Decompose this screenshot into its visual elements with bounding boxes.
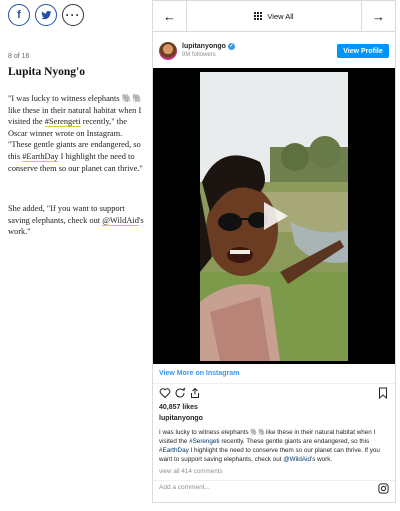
follower-count: 9M followers xyxy=(182,52,216,58)
view-all-label: View All xyxy=(267,11,294,21)
comment-icon[interactable] xyxy=(174,387,186,399)
facebook-icon[interactable]: f xyxy=(8,4,30,26)
username-text: lupitanyongo xyxy=(182,43,226,50)
username[interactable]: lupitanyongo ✓ xyxy=(182,43,235,50)
divider xyxy=(153,480,395,481)
view-profile-button[interactable]: View Profile xyxy=(337,44,389,58)
view-all-button[interactable]: View All xyxy=(187,1,361,31)
caption-text: I highlight the need to conserve them so… xyxy=(159,447,380,463)
mention-wildaid[interactable]: @WildAid xyxy=(283,456,311,463)
heart-icon[interactable] xyxy=(159,387,171,399)
add-comment-input[interactable]: Add a comment... xyxy=(159,484,210,491)
divider xyxy=(153,383,395,384)
more-icon[interactable]: ··· xyxy=(62,4,84,26)
hashtag-serengeti[interactable]: #Serengeti xyxy=(189,438,219,445)
article-column: f ··· 8 of 16 Lupita Nyong'o "I was luck… xyxy=(0,0,148,511)
caption-text: 's work. xyxy=(311,456,333,463)
video-player[interactable] xyxy=(153,68,395,364)
article-paragraph: She added, "If you want to support savin… xyxy=(8,203,145,238)
instagram-icon[interactable] xyxy=(378,483,389,494)
share-bar: f ··· xyxy=(8,4,84,26)
view-more-link[interactable]: View More on Instagram xyxy=(159,370,239,377)
article-paragraph: "I was lucky to witness elephants 🐘🐘 lik… xyxy=(8,93,145,174)
post-actions xyxy=(159,387,389,401)
grid-icon xyxy=(254,11,263,21)
caption-text: recently. These gentle giants are endang… xyxy=(219,438,370,445)
arrow-left-icon[interactable]: ← xyxy=(153,1,187,31)
caption-username[interactable]: lupitanyongo xyxy=(159,415,203,422)
bookmark-icon[interactable] xyxy=(377,387,389,399)
instagram-embed: ← View All → lupitanyongo ✓ 9M followers … xyxy=(152,0,396,503)
hashtag-earthday[interactable]: #EarthDay xyxy=(159,447,189,454)
arrow-right-icon[interactable]: → xyxy=(361,1,395,31)
hashtag-link-serengeti[interactable]: #Serengeti xyxy=(44,117,81,128)
hashtag-link-earthday[interactable]: #EarthDay xyxy=(22,151,59,162)
share-icon[interactable] xyxy=(189,387,201,399)
like-count: 40,857 likes xyxy=(159,404,198,411)
slide-counter: 8 of 16 xyxy=(8,53,30,60)
gallery-nav: ← View All → xyxy=(153,1,395,32)
article-heading: Lupita Nyong'o xyxy=(8,66,86,78)
view-comments-link[interactable]: view all 414 comments xyxy=(159,468,223,475)
play-icon[interactable] xyxy=(257,199,291,233)
twitter-icon[interactable] xyxy=(35,4,57,26)
verified-icon: ✓ xyxy=(227,43,235,50)
post-header: lupitanyongo ✓ 9M followers View Profile xyxy=(159,39,389,63)
mention-link-wildaid[interactable]: @WildAid xyxy=(102,215,139,226)
avatar[interactable] xyxy=(159,42,177,60)
post-caption: I was lucky to witness elephants 🐘🐘like … xyxy=(159,428,391,464)
